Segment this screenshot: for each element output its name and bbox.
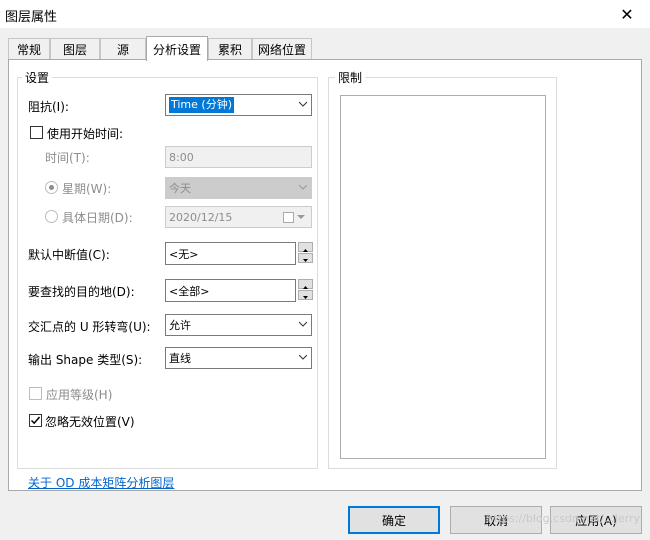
use-start-time-label: 使用开始时间:: [47, 127, 124, 141]
default-cutoff-field[interactable]: <无>: [165, 242, 296, 265]
chevron-down-icon: [299, 321, 307, 327]
destinations-spinner[interactable]: [298, 279, 314, 301]
tab-analysis-settings[interactable]: 分析设置: [146, 36, 208, 61]
tab-network-locations[interactable]: 网络位置: [252, 38, 312, 60]
default-cutoff-spinner[interactable]: [298, 242, 314, 264]
uturns-label: 交汇点的 U 形转弯(U):: [28, 320, 151, 334]
spin-up-button[interactable]: [298, 279, 313, 289]
weekday-value: 今天: [169, 182, 191, 195]
specific-date-radio[interactable]: [45, 210, 58, 223]
impedance-value: Time (分钟): [169, 97, 234, 113]
settings-group-title: 设置: [22, 69, 53, 86]
chevron-down-icon: [299, 184, 307, 190]
caret-down-icon: [303, 296, 308, 299]
spin-up-button[interactable]: [298, 242, 313, 252]
uturns-value: 允许: [169, 319, 191, 332]
window-title: 图层属性: [5, 10, 58, 25]
ok-button[interactable]: 确定: [348, 506, 440, 534]
tab-layer[interactable]: 图层: [50, 38, 100, 60]
default-cutoff-label: 默认中断值(C):: [28, 248, 110, 262]
tab-panel: 设置 限制 阻抗(I): Time (分钟) 使用开始时间: 时间(T): 8:…: [8, 59, 642, 491]
close-icon[interactable]: ✕: [604, 0, 650, 28]
spin-down-button[interactable]: [298, 253, 313, 263]
calendar-dropdown-icon: [283, 212, 305, 223]
output-shape-value: 直线: [169, 352, 191, 365]
radio-dot-icon: [49, 185, 54, 190]
time-field[interactable]: 8:00: [165, 146, 312, 168]
weekday-select[interactable]: 今天: [165, 177, 312, 199]
weekday-label: 星期(W):: [62, 182, 112, 196]
tab-accumulation[interactable]: 累积: [208, 38, 252, 60]
ignore-invalid-checkbox[interactable]: [29, 414, 42, 427]
use-hierarchy-label: 应用等级(H): [46, 388, 113, 402]
output-shape-label: 输出 Shape 类型(S):: [28, 353, 143, 367]
specific-date-label: 具体日期(D):: [62, 211, 133, 225]
use-hierarchy-checkbox[interactable]: [29, 387, 42, 400]
time-label: 时间(T):: [45, 151, 90, 165]
specific-date-picker[interactable]: 2020/12/15: [165, 206, 312, 228]
chevron-down-icon: [299, 101, 307, 107]
restrictions-group-title: 限制: [335, 69, 366, 86]
impedance-label: 阻抗(I):: [28, 100, 69, 114]
caret-down-icon: [303, 259, 308, 262]
ignore-invalid-label: 忽略无效位置(V): [45, 415, 135, 429]
restrictions-list[interactable]: [340, 95, 546, 459]
destinations-field[interactable]: <全部>: [165, 279, 296, 302]
help-link[interactable]: 关于 OD 成本矩阵分析图层: [28, 474, 174, 491]
title-bar: 图层属性 ✕: [0, 0, 650, 28]
output-shape-select[interactable]: 直线: [165, 347, 312, 369]
uturns-select[interactable]: 允许: [165, 314, 312, 336]
tab-source[interactable]: 源: [100, 38, 146, 60]
specific-date-value: 2020/12/15: [169, 210, 233, 224]
destinations-label: 要查找的目的地(D):: [28, 285, 135, 299]
weekday-radio[interactable]: [45, 181, 58, 194]
spin-down-button[interactable]: [298, 290, 313, 300]
use-start-time-checkbox[interactable]: [30, 126, 43, 139]
impedance-select[interactable]: Time (分钟): [165, 94, 312, 116]
chevron-down-icon: [299, 354, 307, 360]
tab-general[interactable]: 常规: [8, 38, 50, 60]
checkmark-icon: [30, 416, 41, 425]
watermark-text: https://blog.csdn.net/...Jerry: [486, 512, 640, 525]
